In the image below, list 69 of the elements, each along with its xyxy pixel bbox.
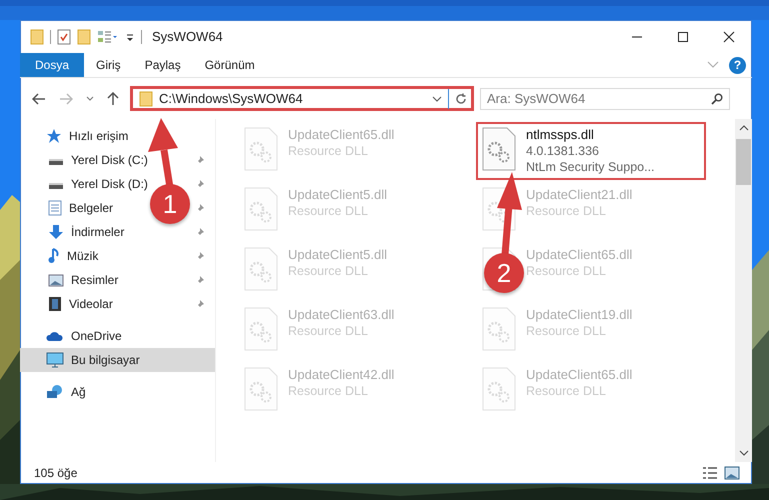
details-view-icon[interactable] bbox=[702, 466, 718, 480]
file-name: UpdateClient65.dll bbox=[288, 127, 394, 143]
nav-item[interactable]: Belgeler bbox=[69, 201, 114, 215]
window-title: SysWOW64 bbox=[152, 29, 223, 44]
address-path: C:\Windows\SysWOW64 bbox=[159, 91, 304, 106]
star-icon bbox=[46, 128, 62, 144]
properties-icon[interactable] bbox=[57, 28, 71, 44]
scroll-down-icon[interactable] bbox=[738, 450, 748, 456]
nav-item[interactable]: Hızlı erişim bbox=[20, 124, 215, 148]
gear-file-icon bbox=[244, 307, 278, 351]
file-name: UpdateClient19.dll bbox=[526, 307, 632, 323]
gear-file-icon bbox=[482, 307, 516, 351]
gear-file-icon bbox=[244, 367, 278, 411]
cloud-icon bbox=[46, 330, 64, 342]
gear-file-icon bbox=[244, 187, 278, 231]
scroll-thumb[interactable] bbox=[736, 139, 751, 185]
nav-item[interactable]: Videolar bbox=[69, 297, 113, 311]
search-icon[interactable] bbox=[711, 92, 723, 104]
recent-dropdown-icon[interactable] bbox=[86, 96, 94, 102]
view-options-icon[interactable] bbox=[97, 28, 119, 44]
nav-item[interactable]: Yerel Disk (D:) bbox=[71, 177, 148, 191]
nav-item[interactable]: Yerel Disk (C:) bbox=[71, 153, 148, 167]
file-description: NtLm Security Suppo... bbox=[526, 159, 655, 175]
dropdown-icon[interactable] bbox=[432, 96, 442, 102]
nav-item[interactable]: OneDrive bbox=[20, 324, 215, 348]
help-icon[interactable]: ? bbox=[729, 56, 746, 74]
nav-item[interactable]: Ağ bbox=[20, 380, 215, 404]
image-icon bbox=[48, 274, 64, 286]
gear-file-icon bbox=[244, 127, 278, 171]
gear-file-icon bbox=[482, 127, 516, 171]
file-name: UpdateClient63.dll bbox=[288, 307, 394, 323]
ribbon-tab[interactable]: Paylaş bbox=[132, 53, 193, 77]
file-version: 4.0.1381.336 bbox=[526, 143, 600, 159]
ribbon-tab[interactable]: Dosya bbox=[20, 53, 84, 77]
back-icon[interactable] bbox=[32, 92, 46, 104]
ribbon-tab[interactable]: Giriş bbox=[84, 53, 133, 77]
computer-icon bbox=[46, 352, 64, 368]
maximize-icon bbox=[677, 30, 689, 42]
file-tile[interactable]: ntlmssps.dll 4.0.1381.336 NtLm Security Suppo... bbox=[476, 122, 706, 180]
film-icon bbox=[48, 296, 62, 312]
ribbon-tab[interactable]: Görünüm bbox=[192, 53, 267, 77]
large-icons-view-icon[interactable] bbox=[724, 466, 740, 480]
nav-item[interactable]: İndirmeler bbox=[71, 225, 124, 239]
close-icon bbox=[723, 30, 735, 42]
item-count: 105 öğe bbox=[34, 466, 78, 480]
scrollbar[interactable] bbox=[735, 119, 752, 462]
up-icon[interactable] bbox=[107, 92, 119, 106]
nav-item[interactable]: Bu bilgisayar bbox=[20, 348, 215, 372]
nav-item[interactable]: Resimler bbox=[71, 273, 118, 287]
gear-file-icon bbox=[482, 367, 516, 411]
refresh-icon[interactable] bbox=[455, 92, 467, 104]
music-note-icon bbox=[48, 248, 60, 264]
gear-file-icon bbox=[244, 247, 278, 291]
file-name: UpdateClient5.dll bbox=[288, 247, 388, 263]
download-arrow-icon bbox=[48, 224, 64, 240]
file-name: UpdateClient65.dll bbox=[526, 247, 632, 263]
search-field[interactable]: Ara: SysWOW64 bbox=[480, 88, 730, 110]
file-name: UpdateClient65.dll bbox=[526, 367, 632, 383]
expand-ribbon-icon[interactable] bbox=[707, 61, 719, 69]
nav-item[interactable]: Müzik bbox=[67, 249, 98, 263]
file-name: UpdateClient5.dll bbox=[288, 187, 388, 203]
folder-icon bbox=[139, 90, 153, 106]
file-name: ntlmssps.dll bbox=[526, 127, 595, 143]
file-name: UpdateClient42.dll bbox=[288, 367, 394, 383]
scroll-up-icon[interactable] bbox=[738, 125, 748, 131]
file-name: UpdateClient21.dll bbox=[526, 187, 632, 203]
address-bar[interactable]: C:\Windows\SysWOW64 bbox=[130, 86, 474, 111]
document-icon bbox=[48, 200, 62, 216]
network-icon bbox=[46, 384, 64, 400]
